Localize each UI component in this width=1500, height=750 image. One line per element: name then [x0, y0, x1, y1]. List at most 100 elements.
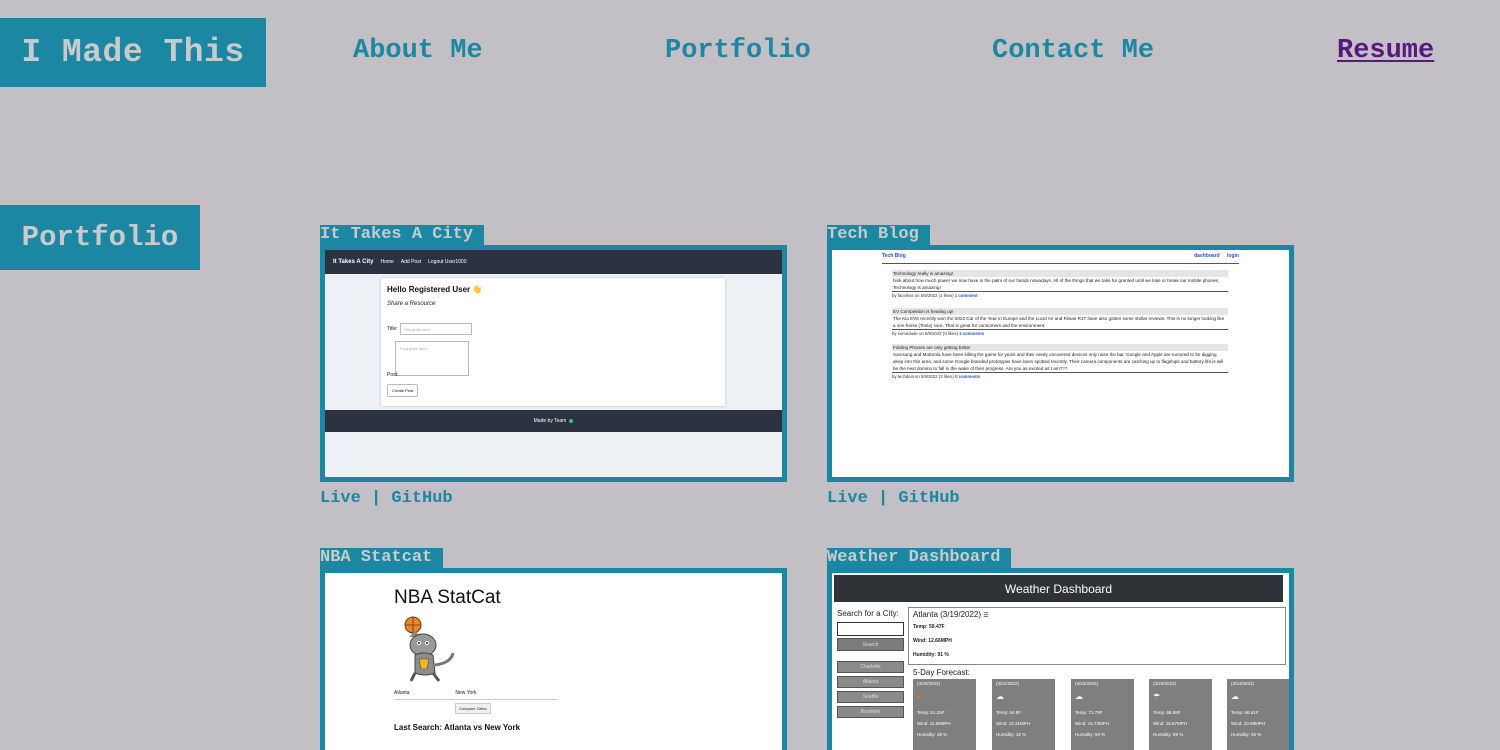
forecast-humidity: Humidity: 46 % — [1231, 732, 1262, 737]
screenshot-title-label: Title: — [387, 326, 398, 332]
screenshot-title: NBA StatCat — [394, 587, 501, 608]
nav-contact-link[interactable]: Contact Me — [992, 36, 1154, 66]
screenshot-search-input — [837, 622, 904, 636]
current-heading-text: Atlanta (3/19/2022) — [913, 610, 982, 619]
screenshot-last-search: Last Search: Atlanta vs New York — [394, 723, 521, 732]
current-humidity: Humidity: 91 % — [913, 652, 949, 658]
screenshot-nav: dashboard login — [1188, 253, 1239, 259]
screenshot-nav-logout: Logout User1000 — [428, 259, 467, 265]
forecast-wind: Wind: 16.67MPH — [1153, 721, 1188, 726]
current-temp: Temp: 59.47F — [913, 624, 945, 630]
forecast-humidity: Humidity: 50 % — [1075, 732, 1106, 737]
cat-basketball-logo-icon — [404, 616, 455, 682]
blog-post-comments: 3 comments — [959, 331, 985, 336]
blog-post-body: Samsung and Motorola have been killing t… — [892, 351, 1228, 373]
forecast-date: (3/23/2022) — [1153, 681, 1177, 686]
screenshot-nav-add: Add Post — [400, 259, 422, 265]
cloud-icon: ☁ — [1075, 692, 1083, 701]
screenshot-navbar-brand: It Takes A City — [333, 259, 374, 265]
screenshot-footer: Made by Team — [325, 410, 782, 432]
blog-post-comments: 1 comment — [954, 293, 978, 298]
project-screenshot-weather-dashboard[interactable]: Weather Dashboard Search for a City: Sea… — [827, 568, 1294, 750]
screenshot-subtitle: Share a Resource — [387, 301, 436, 307]
screenshot-title-bar: Weather Dashboard — [834, 575, 1283, 602]
forecast-wind: Wind: 15.73MPH — [1075, 721, 1110, 726]
blog-post-title: Technology really is amazing! — [892, 270, 1228, 277]
live-link[interactable]: Live — [320, 489, 361, 508]
site-brand[interactable]: I Made This — [0, 18, 266, 87]
screenshot-search-button: Search — [837, 638, 904, 651]
blog-post-meta-text: by somedude on 5/9/2022 (0 likes) — [892, 331, 958, 336]
blog-post-comments: 0 comments — [955, 374, 981, 379]
forecast-date: (3/21/2022) — [996, 681, 1020, 686]
screenshot-title-row: Title: Title goes here — [387, 323, 719, 335]
blog-post-meta-text: by faceless on 5/9/2022 (1 likes) — [892, 293, 954, 298]
screenshot-header: Tech Blog dashboard login — [882, 253, 1239, 261]
screenshot-current-weather: Atlanta (3/19/2022) ☰ Temp: 59.47F Wind:… — [908, 607, 1286, 665]
blog-post-body: hink about how much power we now have in… — [892, 277, 1228, 292]
forecast-day-card: (3/20/2022) ● Temp: 61.25F Wind: 11.88MP… — [913, 679, 976, 750]
screenshot-create-button: Create Post — [387, 384, 419, 397]
screenshot-content: Tech Blog dashboard login Technology rea… — [832, 250, 1289, 477]
screenshot-card: Hello Registered User 👋 Share a Resource… — [381, 278, 725, 406]
screenshot-nav-login: login — [1227, 253, 1239, 259]
forecast-wind: Wind: 11.88MPH — [917, 721, 951, 726]
screenshot-city-button: Charlotte — [837, 661, 904, 673]
blog-post-meta: by faceless on 5/9/2022 (1 likes) 1 comm… — [892, 292, 1228, 299]
sun-icon: ● — [917, 692, 922, 701]
screenshot-brand: Tech Blog — [882, 253, 906, 259]
live-link[interactable]: Live — [827, 489, 868, 508]
blog-post-meta: by techdiva on 5/9/2022 (3 likes) 0 comm… — [892, 373, 1228, 380]
github-link[interactable]: GitHub — [898, 489, 959, 508]
screenshot-city-button: Atlanta — [837, 676, 904, 688]
rain-icon: ☂ — [1153, 692, 1161, 701]
nav-portfolio-link[interactable]: Portfolio — [665, 36, 811, 66]
forecast-temp: Temp: 66.88F — [1153, 710, 1181, 715]
forecast-day-card: (3/23/2022) ☂ Temp: 66.88F Wind: 16.67MP… — [1149, 679, 1212, 750]
project-screenshot-it-takes-a-city[interactable]: It Takes A City Home Add Post Logout Use… — [320, 245, 787, 482]
screenshot-content: It Takes A City Home Add Post Logout Use… — [325, 250, 782, 477]
blog-post-title: Folding Phones are only getting better — [892, 344, 1228, 351]
blog-post-meta-text: by techdiva on 5/9/2022 (3 likes) — [892, 374, 954, 379]
screenshot-teams: Atlanta New York — [394, 690, 558, 700]
forecast-date: (3/20/2022) — [917, 681, 941, 686]
link-separator: | — [878, 489, 889, 508]
forecast-temp: Temp: 71.78F — [1075, 710, 1103, 715]
project-links: Live | GitHub — [827, 489, 960, 508]
screenshot-team-a: Atlanta — [394, 690, 410, 696]
forecast-day-card: (3/24/2022) ☁ Temp: 66.61F Wind: 10.98MP… — [1227, 679, 1289, 750]
green-dot-icon — [569, 419, 574, 423]
fog-icon: ☰ — [983, 613, 989, 619]
screenshot-city-button: Brooklyn — [837, 706, 904, 718]
screenshot-footer-text: Made by Team — [533, 418, 567, 424]
link-separator: | — [371, 489, 382, 508]
screenshot-content: Weather Dashboard Search for a City: Sea… — [832, 573, 1289, 750]
screenshot-team-b: New York — [455, 690, 477, 696]
project-title: Weather Dashboard — [827, 548, 1012, 568]
cloud-icon: ☁ — [996, 692, 1004, 701]
current-wind: Wind: 12.66MPH — [913, 638, 952, 644]
forecast-temp: Temp: 61.25F — [917, 710, 945, 715]
screenshot-city-button: Seattle — [837, 691, 904, 703]
screenshot-post-label: Post: — [387, 372, 399, 378]
forecast-temp: Temp: 66.61F — [1231, 710, 1259, 715]
cloud-icon: ☁ — [1231, 692, 1239, 701]
project-links: Live | GitHub — [320, 489, 453, 508]
blog-post-meta: by somedude on 5/9/2022 (0 likes) 3 comm… — [892, 330, 1228, 337]
project-screenshot-nba-statcat[interactable]: NBA StatCat Atlanta New York Compare Cit… — [320, 568, 787, 750]
github-link[interactable]: GitHub — [391, 489, 452, 508]
nav-resume-link[interactable]: Resume — [1337, 36, 1434, 66]
forecast-humidity: Humidity: 26 % — [917, 732, 948, 737]
forecast-day-card: (3/21/2022) ☁ Temp: 64.8F Wind: 10.31MPH… — [992, 679, 1055, 750]
forecast-date: (3/24/2022) — [1231, 681, 1255, 686]
project-screenshot-tech-blog[interactable]: Tech Blog dashboard login Technology rea… — [827, 245, 1294, 482]
blog-post: EV Competition is heating up! The Kia EV… — [892, 308, 1228, 337]
project-title: NBA Statcat — [320, 548, 444, 568]
screenshot-title-input: Title goes here — [399, 323, 472, 335]
forecast-humidity: Humidity: 32 % — [996, 732, 1027, 737]
screenshot-nav-home: Home — [380, 259, 394, 265]
forecast-date: (3/22/2022) — [1075, 681, 1099, 686]
nav-about-link[interactable]: About Me — [353, 36, 483, 66]
screenshot-content: NBA StatCat Atlanta New York Compare Cit… — [325, 573, 782, 750]
forecast-wind: Wind: 10.98MPH — [1231, 721, 1266, 726]
